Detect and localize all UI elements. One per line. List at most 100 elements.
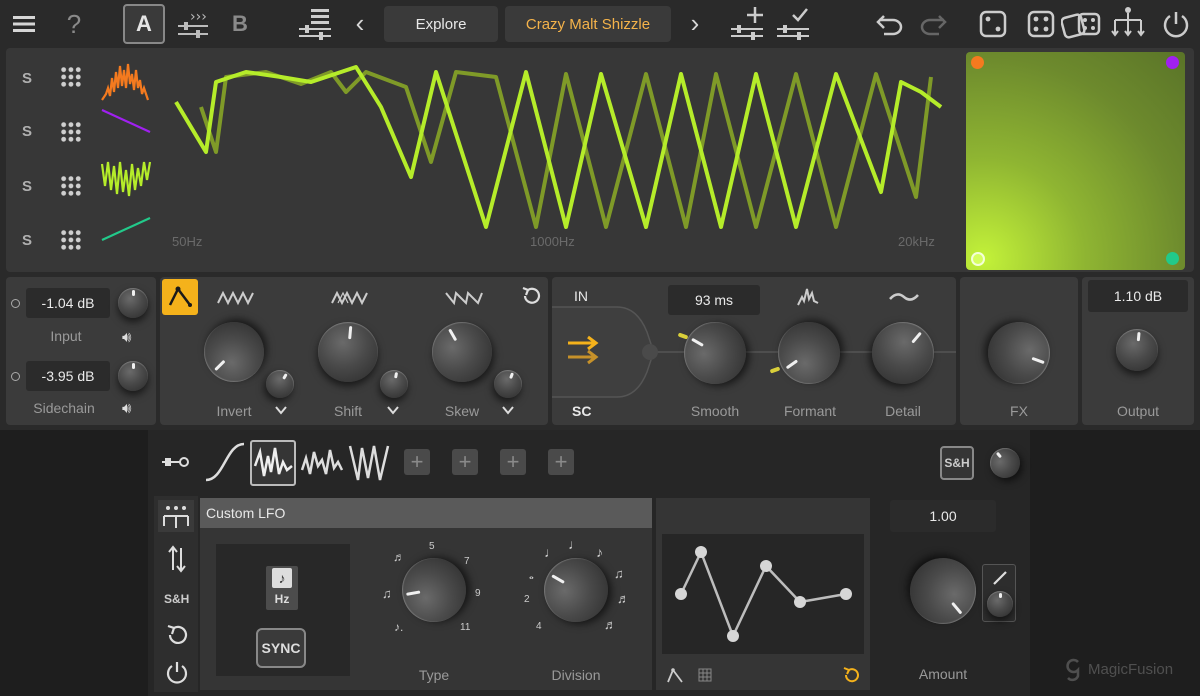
type-tick-5: 5 [429,541,435,552]
band-thumbnail-4[interactable] [100,214,152,244]
band-grid-icon-2[interactable] [60,121,82,143]
amount-knob[interactable] [896,544,990,638]
redo-icon[interactable] [917,8,949,40]
xy-corner-lime[interactable] [971,252,985,266]
modulator-rate-knob[interactable] [983,441,1027,485]
amount-mod-knob[interactable] [987,591,1013,617]
band-grid-icon-1[interactable] [60,66,82,88]
prev-preset-button[interactable]: ‹ [350,8,370,38]
sharp-shape-tab[interactable] [348,440,392,484]
solo-button-3[interactable]: S [22,178,32,195]
detail-label: Detail [885,403,921,419]
curve-mode-icon[interactable] [666,666,684,684]
sidechain-gain-knob[interactable] [118,361,148,391]
output-value[interactable]: 1.10 dB [1088,280,1188,312]
sidechain-indicator[interactable] [11,372,20,381]
invert-dropdown-icon[interactable] [274,404,288,416]
modulator-reset-icon[interactable] [165,623,189,647]
type-tick-note-icon: ♫ [382,586,392,601]
input-indicator[interactable] [11,299,20,308]
solo-button-2[interactable]: S [22,123,32,140]
menu-icon[interactable] [10,10,38,38]
lfo-reset-icon[interactable] [842,666,860,684]
invert-mod-knob[interactable] [260,364,300,404]
sample-hold-button[interactable]: S&H [940,446,974,480]
skew-dropdown-icon[interactable] [501,404,515,416]
band-grid-icon-3[interactable] [60,175,82,197]
band-thumbnail-2[interactable] [100,104,152,136]
xy-corner-orange[interactable] [971,56,984,69]
router-arrows-icon[interactable] [566,335,602,365]
preset-list-icon[interactable] [295,4,335,42]
modulator-power-icon[interactable] [165,660,189,684]
sidechain-speaker-icon[interactable]: 🔊︎ [122,400,131,417]
routing-icon[interactable] [1110,4,1146,42]
lfo-point-1 [675,588,687,600]
band-thumbnail-1[interactable] [100,58,150,104]
xy-corner-purple[interactable] [1166,56,1179,69]
shift-mod-knob[interactable] [377,367,411,401]
lfo-waveform-editor[interactable] [662,534,864,654]
shift-dropdown-icon[interactable] [386,404,400,416]
randomize-1-icon[interactable] [977,8,1009,40]
xy-corner-teal[interactable] [1166,252,1179,265]
shift-knob[interactable] [315,319,381,385]
amount-panel: 1.00 Amount [874,496,1030,692]
smooth-value[interactable]: 93 ms [668,285,760,315]
spectrum-display[interactable] [156,52,956,252]
input-gain-knob[interactable] [118,288,148,318]
add-modulator-button-2[interactable]: + [452,449,478,475]
explore-button[interactable]: Explore [384,6,498,42]
invert-knob[interactable] [191,309,277,395]
hz-button[interactable]: ♪ Hz [266,566,298,610]
band-thumbnail-3[interactable] [100,156,152,202]
copy-a-to-b-icon[interactable]: ››› [175,6,211,40]
add-modulator-button-1[interactable]: + [404,449,430,475]
undo-icon[interactable] [874,8,906,40]
fx-knob[interactable] [979,313,1059,393]
skew-mod-knob[interactable] [490,366,526,402]
top-toolbar: ? A ››› B ‹ Explore Crazy Malt Shizzle › [0,0,1200,48]
lfo-shape-tab-selected[interactable] [250,440,296,486]
random-shape-tab[interactable] [300,440,344,484]
envelope-mode-button[interactable] [162,279,198,315]
add-modulator-button-4[interactable]: + [548,449,574,475]
input-speaker-icon[interactable]: 🔊︎ [122,329,131,346]
save-preset-icon[interactable] [773,4,813,42]
help-button[interactable]: ? [60,8,88,40]
randomize-all-icon[interactable] [1060,6,1104,42]
type-knob[interactable] [396,552,472,628]
skew-knob[interactable] [421,311,503,393]
randomize-2-icon[interactable] [1025,8,1057,40]
preset-b-button[interactable]: B [225,6,255,42]
grid-snap-icon[interactable] [698,668,712,682]
lfo-controls: ♪ Hz SYNC 5 7 9 11 ♬ ♫ ♪. Type 𝅝 2 4 ♩ ♩… [200,528,652,690]
next-preset-button[interactable]: › [685,8,705,38]
preset-name-display[interactable]: Crazy Malt Shizzle [505,6,671,42]
modulator-routing-icon[interactable] [158,500,194,532]
output-knob[interactable] [1114,327,1160,373]
power-icon[interactable] [1160,8,1192,40]
solo-button-1[interactable]: S [22,70,32,87]
bipolar-icon[interactable] [166,544,188,574]
envelope-shape-tab[interactable] [204,440,248,484]
solo-button-4[interactable]: S [22,232,32,249]
brand-logo-icon [1066,658,1080,682]
amount-label: Amount [918,666,968,682]
modulation-source-icon[interactable] [162,454,192,470]
sync-button[interactable]: SYNC [256,628,306,668]
freq-label-high: 20kHz [898,234,935,249]
add-modulator-button-3[interactable]: + [500,449,526,475]
band-grid-icon-4[interactable] [60,229,82,251]
output-panel: 1.10 dB Output [1082,277,1194,425]
reset-warp-icon[interactable] [520,285,542,307]
save-new-preset-icon[interactable] [727,4,767,42]
preset-a-button[interactable]: A [123,4,165,44]
sidechain-gain-value[interactable]: -3.95 dB [26,361,110,391]
amount-curve-icon[interactable] [991,569,1009,587]
amount-value[interactable]: 1.00 [890,500,996,532]
xy-pad[interactable] [966,52,1185,270]
side-sample-hold-label[interactable]: S&H [164,592,189,606]
input-gain-value[interactable]: -1.04 dB [26,288,110,318]
lfo-title[interactable]: Custom LFO [206,505,285,521]
